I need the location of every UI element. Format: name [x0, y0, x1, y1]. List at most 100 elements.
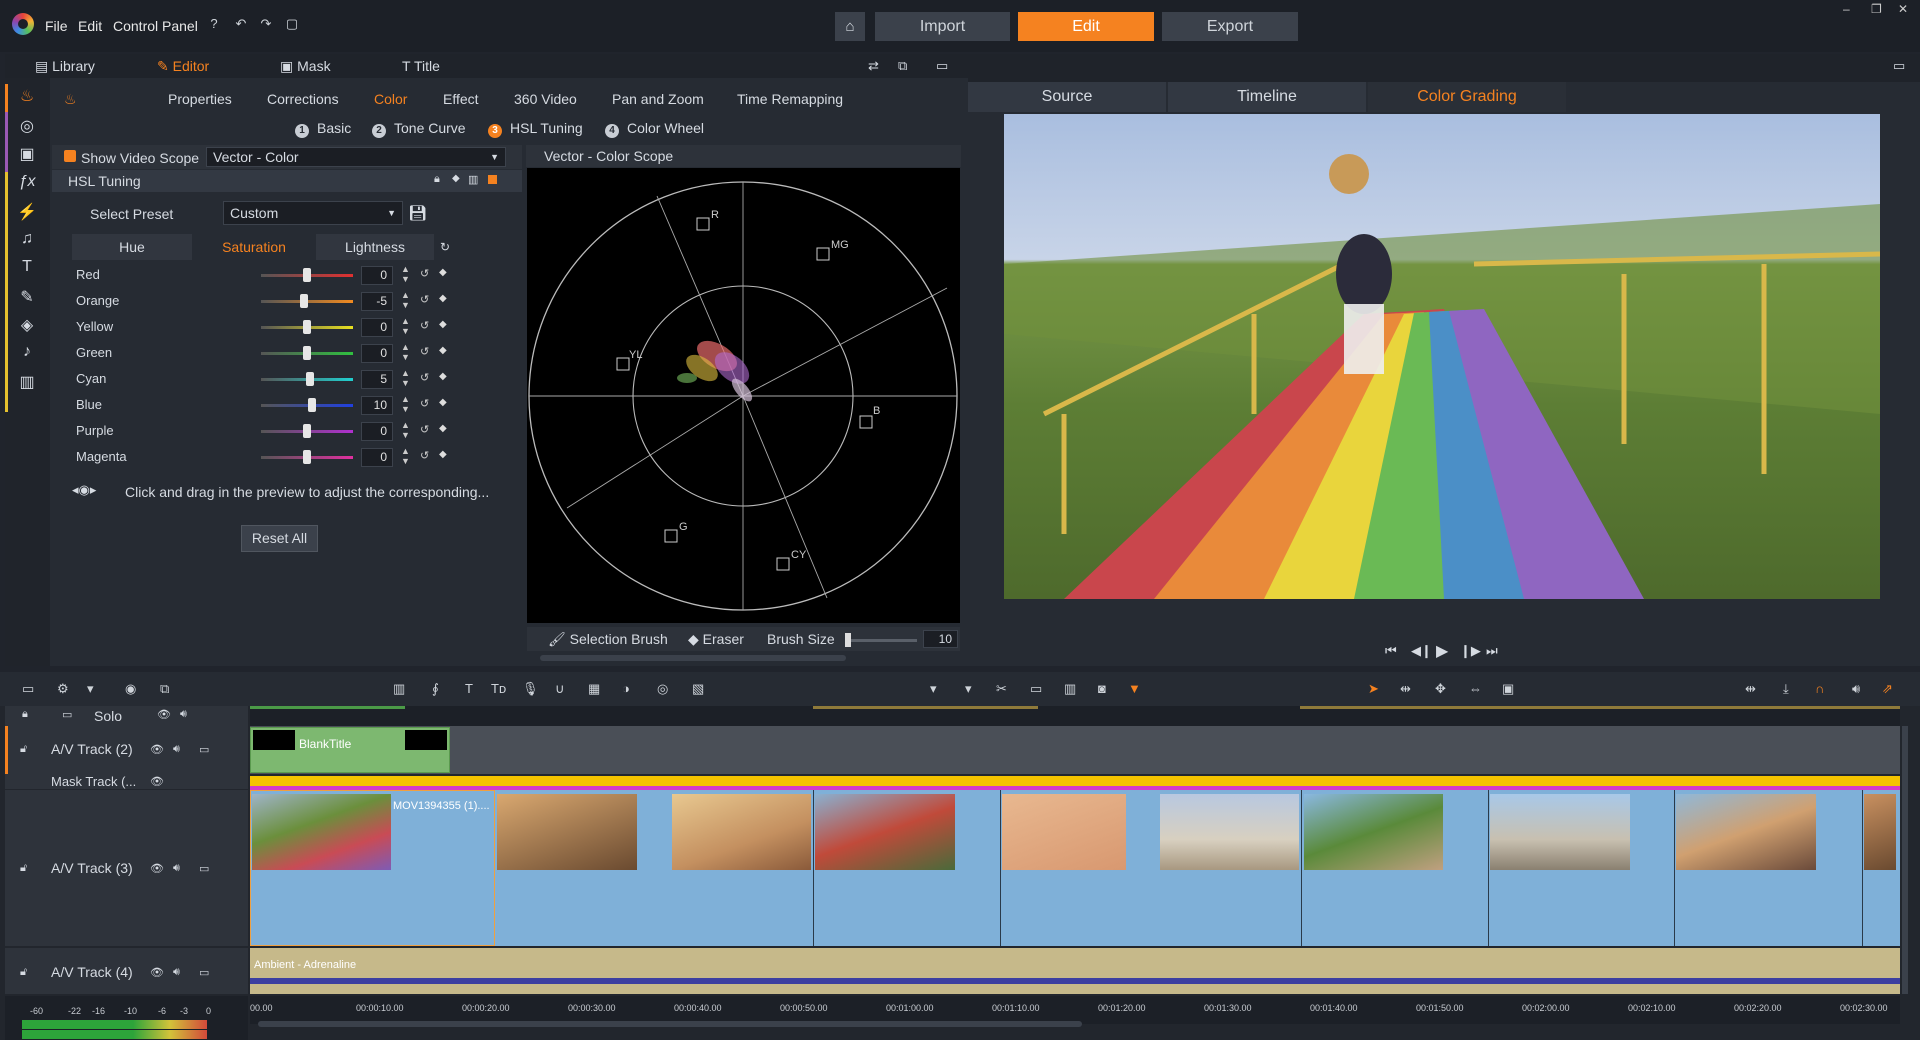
hsl-value-input[interactable]: 10: [361, 396, 393, 415]
ripple-icon[interactable]: ⇹: [1400, 681, 1411, 697]
step-back-icon[interactable]: ◀❙: [1411, 643, 1432, 659]
play-icon[interactable]: ▶: [1436, 641, 1448, 661]
marker-icon[interactable]: ▾: [930, 681, 937, 697]
tab-source[interactable]: Source: [968, 82, 1166, 112]
step-hsl-tuning[interactable]: 3 HSL Tuning: [488, 120, 583, 138]
undo-icon[interactable]: ↶: [233, 16, 249, 32]
import-tab[interactable]: Import: [875, 12, 1010, 41]
reset-icon[interactable]: ↺: [420, 397, 429, 410]
keyframe-icon[interactable]: ◆: [439, 293, 447, 304]
tab-title[interactable]: T Title: [402, 58, 440, 74]
hsl-value-input[interactable]: 0: [361, 422, 393, 441]
hsl-slider-knob[interactable]: [300, 294, 308, 308]
auto-scroll-icon[interactable]: ⇗: [1882, 681, 1893, 697]
media-icon[interactable]: ▣: [14, 144, 40, 168]
speaker-icon[interactable]: 🔊︎: [173, 966, 180, 979]
record-marker-icon[interactable]: ▼: [1128, 681, 1141, 696]
reset-all-button[interactable]: Reset All: [241, 525, 318, 552]
layout-icon[interactable]: ▭: [936, 58, 948, 74]
keyframe-icon[interactable]: ◆: [439, 423, 447, 434]
subtab-time-remapping[interactable]: Time Remapping: [737, 91, 843, 107]
audio-clip[interactable]: [250, 948, 1900, 994]
marker-menu-icon[interactable]: ▾: [965, 681, 972, 697]
subtab-360-video[interactable]: 360 Video: [514, 91, 577, 107]
storyboard-icon[interactable]: ▭: [22, 681, 34, 697]
home-button[interactable]: ⌂: [835, 12, 865, 41]
preset-select[interactable]: Custom ▼: [223, 201, 403, 225]
snap-icon[interactable]: ⤓: [1783, 681, 1789, 697]
spinner-icon[interactable]: ▲ ▼: [401, 394, 410, 414]
grid-icon[interactable]: ▦: [588, 681, 600, 697]
tab-mask[interactable]: ▣ Mask: [280, 58, 331, 75]
link-icon[interactable]: ∮: [432, 681, 439, 697]
step-tone-curve[interactable]: 2 Tone Curve: [372, 120, 466, 138]
tab-color-grading[interactable]: Color Grading: [1368, 82, 1566, 112]
visibility-icon[interactable]: 👁︎: [150, 966, 164, 979]
close-icon[interactable]: ✕: [1898, 2, 1908, 16]
split-icon[interactable]: ✂: [996, 681, 1007, 697]
hsl-slider-knob[interactable]: [303, 268, 311, 282]
monitor-icon[interactable]: ▭: [199, 862, 209, 875]
spinner-icon[interactable]: ▲ ▼: [401, 420, 410, 440]
hsl-value-input[interactable]: -5: [361, 292, 393, 311]
skip-end-icon[interactable]: ⏭: [1486, 643, 1498, 659]
slip-icon[interactable]: ✥: [1435, 681, 1446, 697]
keyframe-icon[interactable]: ◆: [439, 371, 447, 382]
tab-timeline[interactable]: Timeline: [1168, 82, 1366, 112]
title-clip[interactable]: BlankTitle: [250, 727, 450, 773]
pointer-icon[interactable]: ➤: [1368, 681, 1379, 697]
subtab-properties[interactable]: Properties: [168, 91, 232, 107]
hsl-slider[interactable]: [261, 404, 353, 407]
unlock-icon[interactable]: 🔓︎: [20, 966, 27, 979]
visibility-icon[interactable]: 👁︎: [150, 775, 164, 788]
spinner-icon[interactable]: ▲ ▼: [401, 316, 410, 336]
hsl-slider-knob[interactable]: [303, 424, 311, 438]
visibility-icon[interactable]: 👁︎: [150, 743, 164, 756]
eraser-button[interactable]: ◆ Eraser: [688, 631, 744, 648]
keyframe-icon[interactable]: ◆: [439, 397, 447, 408]
audio-icon[interactable]: ♪: [14, 343, 40, 367]
layout-icon[interactable]: ▭: [1893, 58, 1905, 74]
speaker-icon[interactable]: 🔊︎: [173, 743, 180, 756]
keyframe-icon[interactable]: ◆: [439, 319, 447, 330]
edit-tab[interactable]: Edit: [1018, 12, 1154, 41]
hsl-value-input[interactable]: 5: [361, 370, 393, 389]
redo-icon[interactable]: ↷: [258, 16, 274, 32]
reset-icon[interactable]: ↻: [440, 240, 450, 254]
music-icon[interactable]: ♫: [14, 230, 40, 254]
subtab-pan-zoom[interactable]: Pan and Zoom: [612, 91, 704, 107]
film-icon[interactable]: ▭: [1030, 681, 1042, 697]
scope-scrollbar[interactable]: [540, 655, 846, 661]
save-preset-icon[interactable]: 💾︎: [408, 204, 427, 222]
scope-select[interactable]: Vector - Color ▼: [206, 147, 506, 167]
title-tool-icon[interactable]: T: [465, 681, 473, 696]
spinner-icon[interactable]: ▲ ▼: [401, 368, 410, 388]
reset-icon[interactable]: ↺: [420, 293, 429, 306]
microphone-icon[interactable]: 🎙︎: [522, 681, 539, 697]
keyframe-icon[interactable]: ◆: [439, 267, 447, 278]
color-icon[interactable]: ♨: [14, 86, 40, 110]
trash-icon[interactable]: ▥: [468, 173, 478, 186]
lock-icon[interactable]: 🔒︎: [22, 708, 28, 721]
selection-brush-button[interactable]: 🖌︎ Selection Brush: [548, 631, 668, 648]
disc-icon[interactable]: ◉: [125, 681, 136, 697]
transition-icon[interactable]: ⚡: [14, 202, 40, 226]
reset-icon[interactable]: ↺: [420, 371, 429, 384]
tab-saturation[interactable]: Saturation: [194, 234, 314, 260]
brush-size-slider[interactable]: [845, 639, 917, 642]
spinner-icon[interactable]: ▲ ▼: [401, 342, 410, 362]
mask-tool-icon[interactable]: ◎: [657, 681, 668, 697]
hsl-slider-knob[interactable]: [308, 398, 316, 412]
copy-icon[interactable]: ⧉: [160, 681, 169, 697]
curve-icon[interactable]: ∪: [555, 681, 565, 697]
paint-icon[interactable]: ✎: [14, 287, 40, 311]
video-preview[interactable]: [1004, 114, 1880, 599]
tab-hue[interactable]: Hue: [72, 234, 192, 260]
settings-icon[interactable]: ⚙: [57, 681, 69, 697]
keyframe-icon[interactable]: ◆: [439, 449, 447, 460]
color-swatch[interactable]: [488, 175, 497, 184]
reset-icon[interactable]: ↺: [420, 319, 429, 332]
step-color-wheel[interactable]: 4 Color Wheel: [605, 120, 704, 138]
step-basic[interactable]: 1 Basic: [295, 120, 351, 138]
step-forward-icon[interactable]: ❙▶: [1460, 643, 1481, 659]
